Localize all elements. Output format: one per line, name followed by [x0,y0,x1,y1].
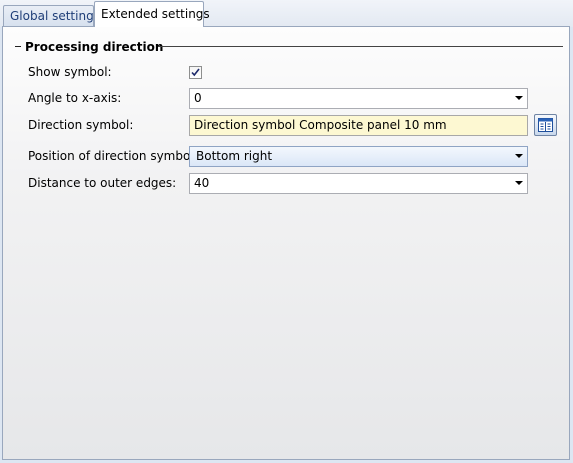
position-value: Bottom right [196,149,273,163]
chevron-down-icon[interactable] [515,181,523,185]
group-header-processing-direction[interactable]: Processing direction [15,40,565,54]
collapse-minus-icon[interactable] [15,46,21,47]
position-combobox[interactable]: Bottom right [189,146,528,167]
tab-extended-settings[interactable]: Extended settings [94,1,210,27]
checkmark-icon [191,68,200,77]
group-title: Processing direction [25,40,164,54]
direction-symbol-label: Direction symbol: [28,118,134,132]
chevron-down-icon[interactable] [515,96,523,100]
catalog-browse-icon [538,118,553,132]
direction-symbol-field[interactable]: Direction symbol Composite panel 10 mm [189,115,528,136]
distance-combobox[interactable]: 40 [189,173,528,194]
tab-strip: Global settings Extended settings [0,0,573,27]
group-divider [158,46,563,47]
distance-label: Distance to outer edges: [28,176,177,190]
settings-panel: Processing direction Show symbol: Angle … [2,26,570,460]
distance-value: 40 [194,176,210,190]
direction-symbol-value: Direction symbol Composite panel 10 mm [194,118,447,132]
angle-label: Angle to x-axis: [28,91,122,105]
position-label: Position of direction symbol: [28,149,198,163]
angle-combobox[interactable]: 0 [189,88,528,109]
chevron-down-icon[interactable] [515,154,523,158]
angle-value: 0 [194,91,202,105]
tab-global-settings[interactable]: Global settings [3,5,100,27]
show-symbol-checkbox[interactable] [189,66,202,79]
show-symbol-label: Show symbol: [28,65,112,79]
direction-symbol-browse-button[interactable] [534,114,557,136]
